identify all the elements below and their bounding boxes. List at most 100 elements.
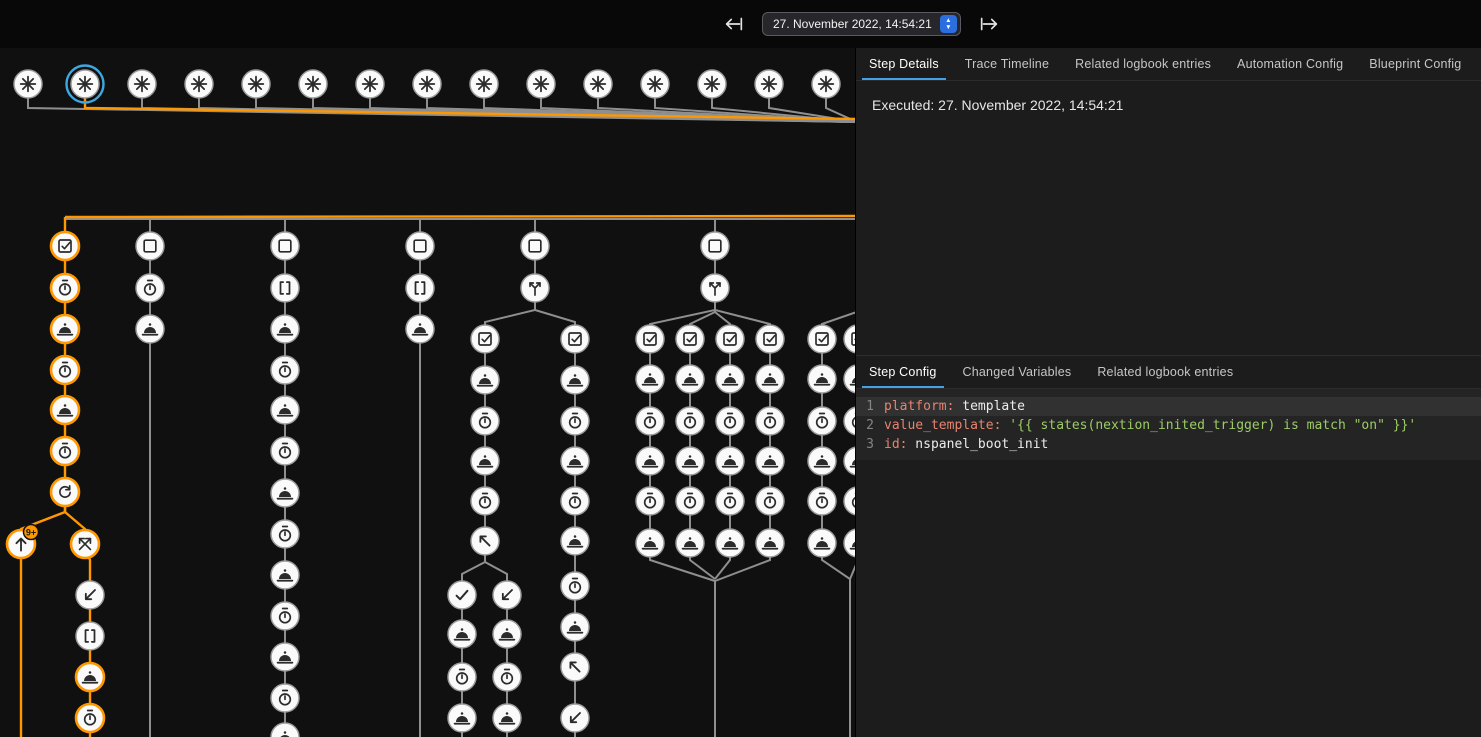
trace-node-arrow-down-left[interactable] (561, 704, 589, 732)
trace-node-trigger[interactable] (185, 70, 213, 98)
next-trace-button[interactable] (977, 12, 1001, 36)
trace-node-trigger[interactable] (14, 70, 42, 98)
yaml-code-editor[interactable]: 1platform: template 2value_template: '{{… (856, 389, 1481, 460)
trace-node-timer[interactable] (808, 487, 836, 515)
trace-node-service[interactable] (271, 315, 299, 343)
trace-node-service[interactable] (493, 620, 521, 648)
trace-node-timer[interactable] (676, 487, 704, 515)
trace-node-trigger[interactable] (470, 70, 498, 98)
trace-node-parallel[interactable] (71, 530, 99, 558)
tab-config-related-logbook-entries[interactable]: Related logbook entries (1084, 356, 1246, 388)
trace-node-service[interactable] (716, 365, 744, 393)
tab-step-details[interactable]: Step Details (856, 48, 952, 80)
trace-node-service[interactable] (756, 447, 784, 475)
trace-node-timer[interactable] (716, 407, 744, 435)
trace-node-timer[interactable] (561, 487, 589, 515)
trace-node-service[interactable] (271, 723, 299, 737)
trace-node-trigger[interactable] (641, 70, 669, 98)
trace-node-condition[interactable] (636, 325, 664, 353)
trace-node-service[interactable] (471, 366, 499, 394)
trace-node-trigger[interactable] (698, 70, 726, 98)
trace-node-timer[interactable] (493, 663, 521, 691)
trace-node-service[interactable] (844, 365, 855, 393)
trace-node-trigger[interactable] (413, 70, 441, 98)
trace-node-service[interactable] (808, 529, 836, 557)
trace-node-service[interactable] (136, 315, 164, 343)
trace-node-condition[interactable] (676, 325, 704, 353)
trace-node-condition[interactable] (561, 325, 589, 353)
trace-node-timer[interactable] (51, 356, 79, 384)
trace-node-service[interactable] (636, 529, 664, 557)
trace-node-choose[interactable] (521, 274, 549, 302)
trace-node-square[interactable] (271, 232, 299, 260)
trace-node-timer[interactable] (271, 602, 299, 630)
tab-blueprint-config[interactable]: Blueprint Config (1356, 48, 1474, 80)
trace-node-timer[interactable] (271, 520, 299, 548)
trace-node-timer[interactable] (561, 407, 589, 435)
trace-node-brackets[interactable] (271, 274, 299, 302)
trace-node-timer[interactable] (448, 663, 476, 691)
trace-node-timer[interactable] (716, 487, 744, 515)
trace-node-square[interactable] (406, 232, 434, 260)
trace-node-timer[interactable] (271, 437, 299, 465)
trace-node-brackets[interactable] (406, 274, 434, 302)
trace-node-service[interactable] (493, 704, 521, 732)
trace-node-arrow-up[interactable]: 9+ (7, 525, 39, 559)
trace-node-service[interactable] (448, 704, 476, 732)
trace-node-timer[interactable] (756, 487, 784, 515)
trace-node-condition[interactable] (756, 325, 784, 353)
trace-node-service[interactable] (676, 529, 704, 557)
trace-node-trigger[interactable] (812, 70, 840, 98)
trace-node-square[interactable] (701, 232, 729, 260)
trace-node-trigger[interactable] (584, 70, 612, 98)
trace-node-square[interactable] (136, 232, 164, 260)
trace-node-timer[interactable] (756, 407, 784, 435)
trace-node-service[interactable] (636, 447, 664, 475)
tab-automation-config[interactable]: Automation Config (1224, 48, 1356, 80)
trace-node-service[interactable] (716, 447, 744, 475)
tab-related-logbook-entries[interactable]: Related logbook entries (1062, 48, 1224, 80)
trace-node-timer[interactable] (844, 487, 855, 515)
trace-node-trigger[interactable] (67, 66, 104, 103)
trace-node-service[interactable] (448, 620, 476, 648)
trace-node-trigger[interactable] (755, 70, 783, 98)
trace-node-service[interactable] (561, 366, 589, 394)
trace-node-condition[interactable] (716, 325, 744, 353)
trace-node-check[interactable] (448, 581, 476, 609)
trace-node-condition[interactable] (51, 232, 79, 260)
trace-node-service[interactable] (756, 365, 784, 393)
trace-node-service[interactable] (561, 527, 589, 555)
trace-node-timer[interactable] (471, 407, 499, 435)
trace-node-service[interactable] (756, 529, 784, 557)
trace-node-service[interactable] (561, 613, 589, 641)
trace-node-arrow-up-left[interactable] (471, 527, 499, 555)
trace-node-trigger[interactable] (527, 70, 555, 98)
trace-node-service[interactable] (844, 529, 855, 557)
trace-node-timer[interactable] (676, 407, 704, 435)
trace-run-selector[interactable]: 27. November 2022, 14:54:21 ▲ ▼ (762, 12, 961, 36)
trace-node-service[interactable] (471, 447, 499, 475)
trace-node-timer[interactable] (844, 407, 855, 435)
trace-node-service[interactable] (561, 447, 589, 475)
tab-step-config[interactable]: Step Config (856, 356, 950, 388)
trace-node-service[interactable] (406, 315, 434, 343)
trace-node-service[interactable] (808, 447, 836, 475)
trace-node-trigger[interactable] (242, 70, 270, 98)
trace-node-condition[interactable] (844, 325, 855, 353)
trace-node-arrow-down-left[interactable] (493, 581, 521, 609)
trace-node-service[interactable] (271, 396, 299, 424)
trace-node-condition[interactable] (808, 325, 836, 353)
tab-trace-timeline[interactable]: Trace Timeline (952, 48, 1062, 80)
trace-node-trigger[interactable] (128, 70, 156, 98)
trace-node-arrow-down-left[interactable] (76, 581, 104, 609)
trace-node-brackets[interactable] (76, 622, 104, 650)
trace-node-choose[interactable] (701, 274, 729, 302)
trace-node-service[interactable] (271, 479, 299, 507)
trace-node-service[interactable] (51, 396, 79, 424)
trace-node-service[interactable] (271, 561, 299, 589)
tab-changed-variables[interactable]: Changed Variables (950, 356, 1085, 388)
trace-node-repeat[interactable] (51, 478, 79, 506)
trace-node-timer[interactable] (271, 684, 299, 712)
trace-node-timer[interactable] (51, 437, 79, 465)
trace-node-trigger[interactable] (299, 70, 327, 98)
